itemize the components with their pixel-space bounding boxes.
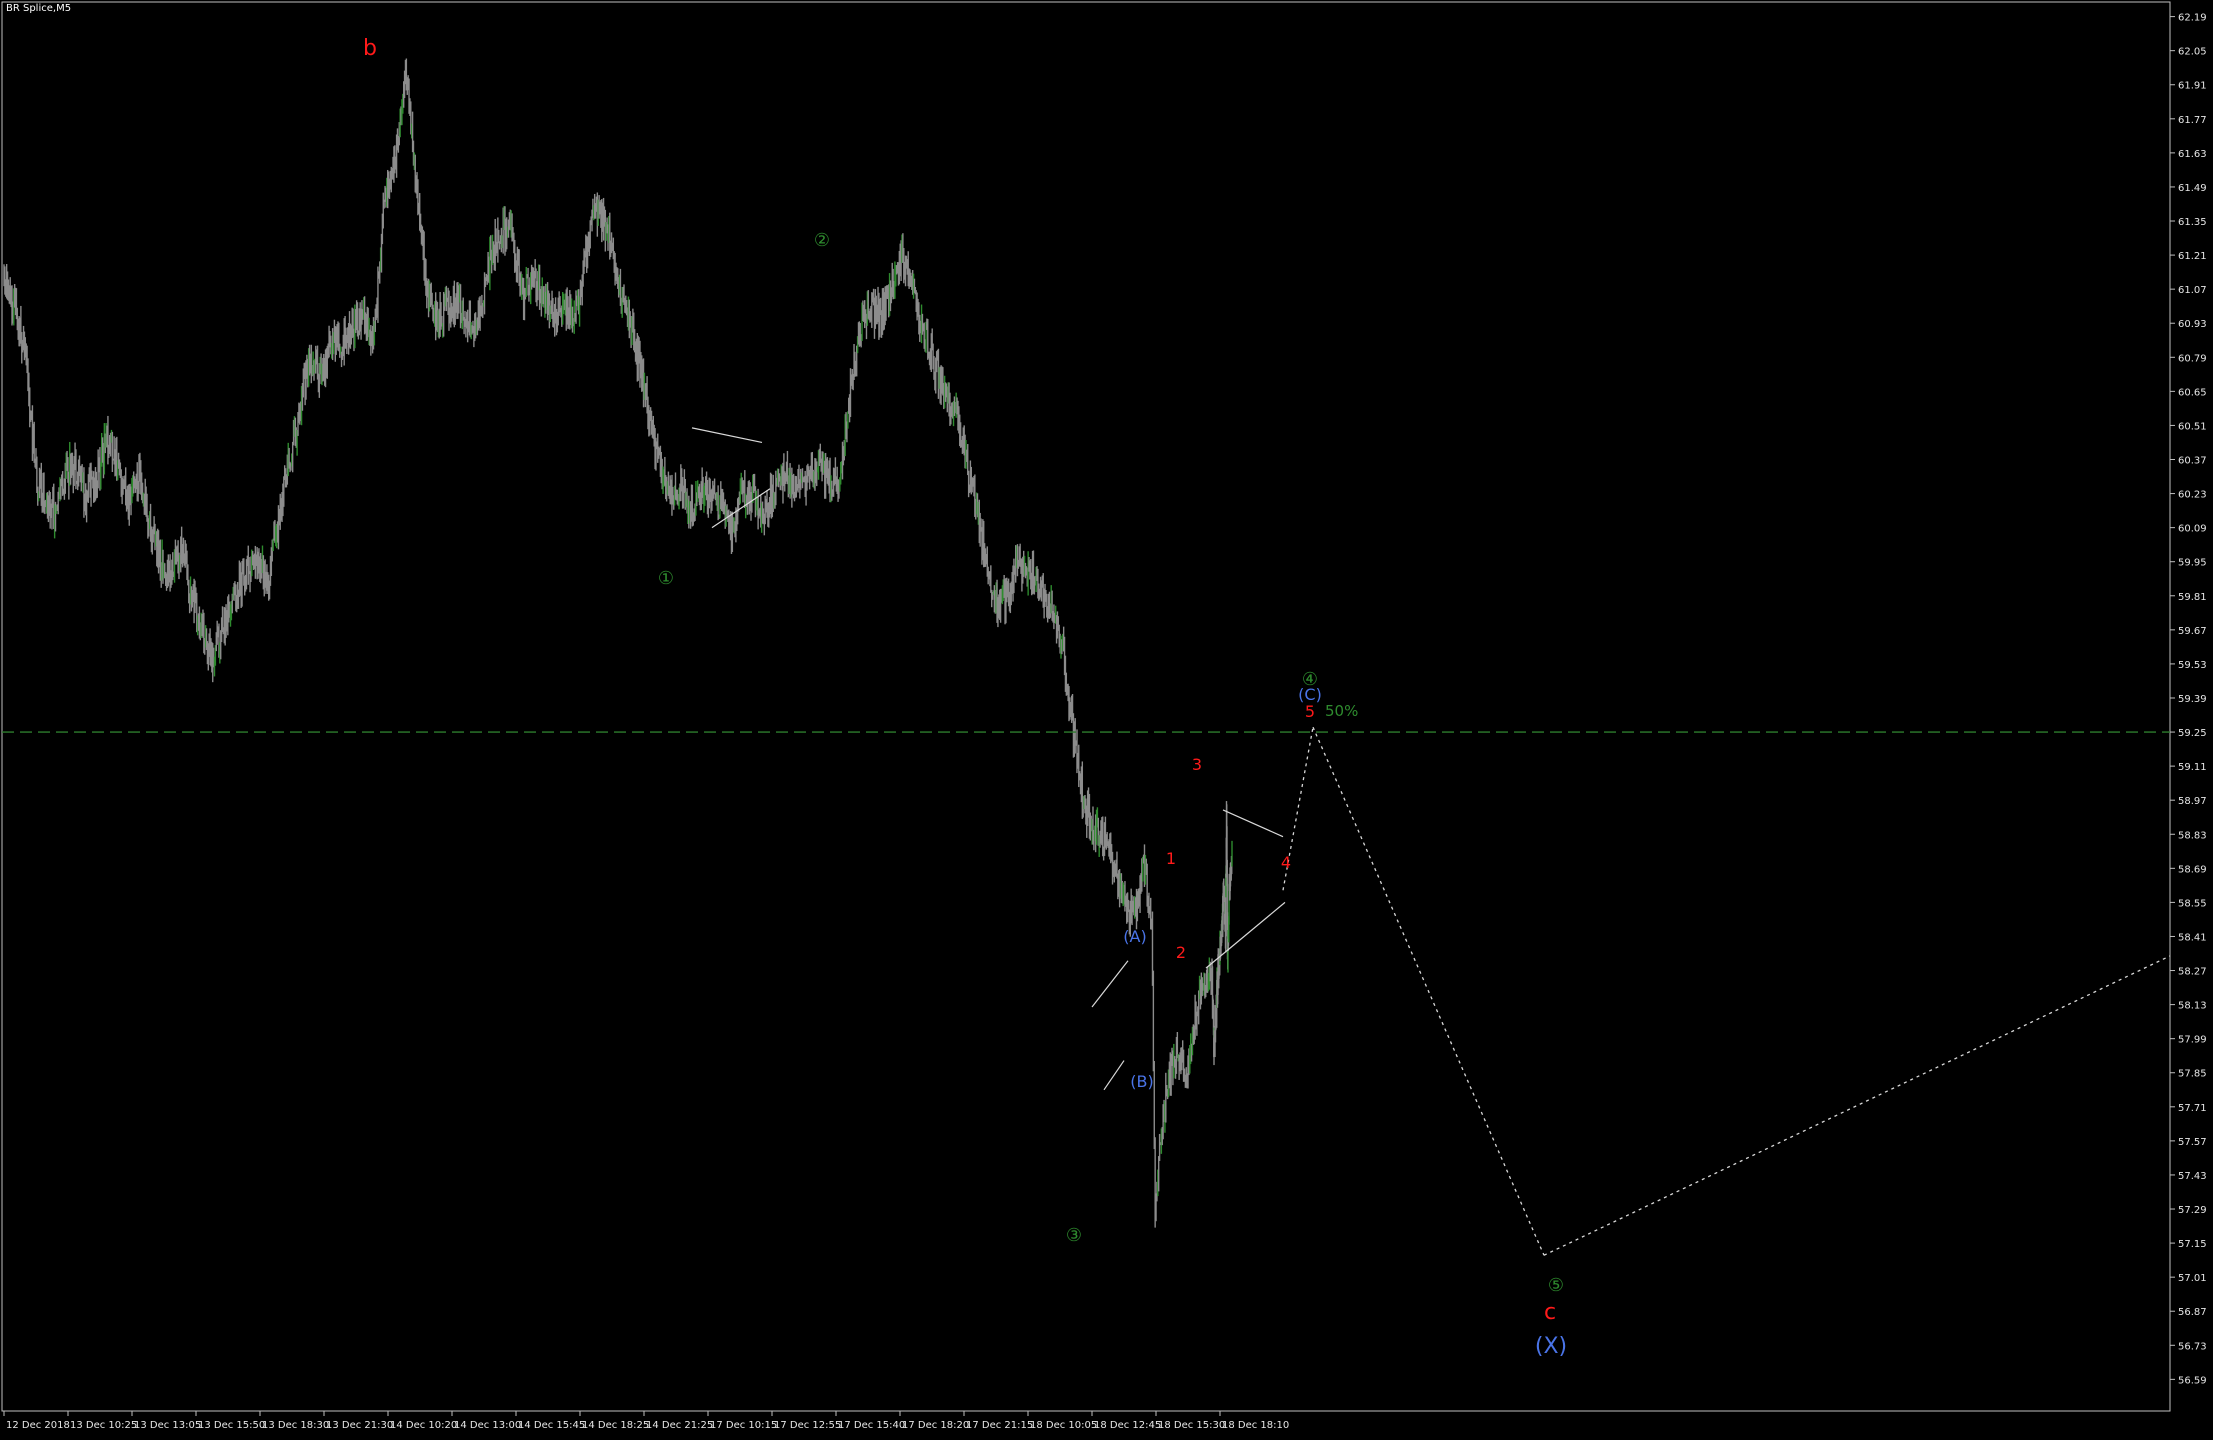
- y-tick-label: 57.71: [2178, 1103, 2207, 1114]
- wave-label: ①: [658, 568, 674, 589]
- y-tick-label: 58.83: [2178, 830, 2207, 841]
- chart-window[interactable]: BR Splice,M5 50% 62.19 62.05 61.91 61.77 61.…: [0, 0, 2213, 1436]
- y-tick-label: 57.29: [2178, 1205, 2207, 1216]
- wave-label: 3: [1192, 755, 1202, 774]
- x-tick-label: 14 Dec 10:20: [390, 1420, 457, 1431]
- y-tick-label: 59.67: [2178, 626, 2207, 637]
- y-tick-label: 58.55: [2178, 898, 2207, 909]
- y-tick-label: 57.57: [2178, 1137, 2207, 1148]
- y-tick-label: 60.09: [2178, 524, 2207, 535]
- y-tick-label: 61.21: [2178, 251, 2207, 262]
- y-tick-label: 59.81: [2178, 592, 2207, 603]
- x-tick-label: 14 Dec 13:00: [454, 1420, 521, 1431]
- x-tick-label: 17 Dec 15:40: [838, 1420, 905, 1431]
- price-chart[interactable]: 50% 62.1962.0561.9161.7761.6361.4961.356…: [0, 0, 2213, 1436]
- y-tick-label: 56.59: [2178, 1375, 2207, 1386]
- wave-label: (A): [1123, 927, 1146, 946]
- wave-label: ②: [814, 230, 830, 251]
- y-tick-label: 60.51: [2178, 421, 2207, 432]
- x-tick-label: 18 Dec 12:45: [1094, 1420, 1161, 1431]
- y-tick-label: 57.85: [2178, 1069, 2207, 1080]
- x-tick-label: 17 Dec 21:15: [966, 1420, 1033, 1431]
- x-tick-label: 14 Dec 21:25: [646, 1420, 713, 1431]
- x-tick-label: 17 Dec 10:15: [710, 1420, 777, 1431]
- x-tick-label: 18 Dec 10:05: [1030, 1420, 1097, 1431]
- y-tick-label: 61.49: [2178, 183, 2207, 194]
- y-tick-label: 58.27: [2178, 967, 2207, 978]
- y-tick-label: 58.13: [2178, 1001, 2207, 1012]
- diagonal-channel-upper-line: [1091, 960, 1129, 1008]
- y-tick-label: 57.99: [2178, 1035, 2207, 1046]
- y-tick-label: 57.01: [2178, 1273, 2207, 1284]
- wave-label: ⑤: [1548, 1275, 1564, 1296]
- y-tick-label: 56.87: [2178, 1307, 2207, 1318]
- y-tick-label: 61.91: [2178, 81, 2207, 92]
- price-axis: 62.19 62.05 61.91 61.77 61.63 61.49 61.35 61.21…: [2170, 13, 2207, 1386]
- y-tick-label: 56.73: [2178, 1341, 2207, 1352]
- y-tick-label: 59.39: [2178, 694, 2207, 705]
- wedge-upper-line: [1222, 809, 1284, 838]
- symbol-timeframe-label: BR Splice,M5: [6, 3, 72, 14]
- projection-segment: [1312, 726, 1545, 1256]
- y-tick-label: 61.63: [2178, 149, 2207, 160]
- time-axis: 12 Dec 2018 13 Dec 10:2513 Dec 13:0513 De…: [3, 1411, 1289, 1431]
- y-tick-label: 60.79: [2178, 353, 2207, 364]
- x-tick-label: 18 Dec 15:30: [1158, 1420, 1225, 1431]
- y-tick-label: 59.25: [2178, 728, 2207, 739]
- wave-label: c: [1544, 1300, 1556, 1325]
- x-tick-label: 12 Dec 2018: [6, 1420, 70, 1431]
- y-tick-label: 58.69: [2178, 864, 2207, 875]
- y-tick-label: 59.53: [2178, 660, 2207, 671]
- y-tick-label: 59.11: [2178, 762, 2207, 773]
- y-tick-label: 58.97: [2178, 796, 2207, 807]
- y-tick-label: 61.07: [2178, 285, 2207, 296]
- x-tick-label: 17 Dec 12:55: [774, 1420, 841, 1431]
- x-tick-label: 18 Dec 18:10: [1222, 1420, 1289, 1431]
- y-tick-label: 61.77: [2178, 115, 2207, 126]
- y-tick-label: 62.19: [2178, 13, 2207, 24]
- x-tick-label: 14 Dec 18:25: [582, 1420, 649, 1431]
- projection-segment: [1543, 955, 2171, 1256]
- y-tick-label: 60.93: [2178, 319, 2207, 330]
- wave-label: 4: [1281, 853, 1291, 872]
- y-tick-label: 57.43: [2178, 1171, 2207, 1182]
- y-tick-label: 62.05: [2178, 47, 2207, 58]
- triangle-upper-line: [691, 427, 763, 444]
- y-tick-label: 60.23: [2178, 490, 2207, 501]
- y-tick-label: 60.37: [2178, 455, 2207, 466]
- x-tick-label: 13 Dec 15:50: [198, 1420, 265, 1431]
- plot-area-border: [1, 1, 2171, 1412]
- wave-label: 2: [1176, 943, 1186, 962]
- wave-label: b: [363, 36, 377, 61]
- wave-label: 5: [1305, 702, 1315, 721]
- fibonacci-level-label: 50%: [1325, 702, 1358, 720]
- x-tick-label: 13 Dec 21:30: [326, 1420, 393, 1431]
- wave-label: (X): [1535, 1334, 1567, 1359]
- x-tick-label: 13 Dec 13:05: [134, 1420, 201, 1431]
- y-tick-label: 59.95: [2178, 558, 2207, 569]
- wave-label: (B): [1130, 1072, 1153, 1091]
- candles-layer: [3, 58, 1233, 1228]
- y-tick-label: 60.65: [2178, 387, 2207, 398]
- wave-labels-layer: b①②③④⑤(A)(B)(C)12345c(X): [363, 36, 1567, 1359]
- x-tick-label: 13 Dec 18:30: [262, 1420, 329, 1431]
- x-tick-label: 13 Dec 10:25: [70, 1420, 137, 1431]
- wave-label: ③: [1066, 1225, 1082, 1246]
- y-tick-label: 58.41: [2178, 932, 2207, 943]
- x-tick-label: 17 Dec 18:20: [902, 1420, 969, 1431]
- y-tick-label: 61.35: [2178, 217, 2207, 228]
- wave-label: 1: [1166, 849, 1176, 868]
- diagonal-channel-lower-line: [1103, 1060, 1125, 1091]
- wedge-lower-line: [1205, 901, 1286, 969]
- overlays-layer: 50%: [2, 427, 2171, 1256]
- y-tick-label: 57.15: [2178, 1239, 2207, 1250]
- x-tick-label: 14 Dec 15:45: [518, 1420, 585, 1431]
